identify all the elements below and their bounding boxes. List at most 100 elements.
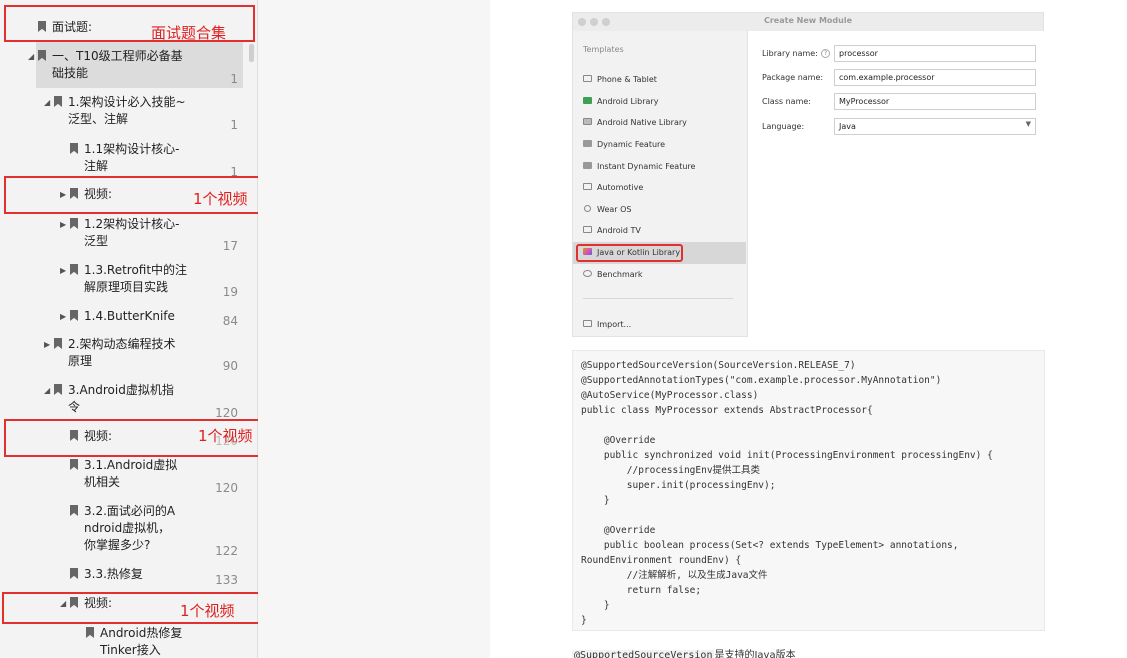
bookmark-item[interactable]: 3.1.Android虚拟机相关 120 <box>70 457 238 497</box>
paragraph-body: 是支持的Java版本 <box>714 650 796 658</box>
bookmark-page: 120 <box>215 481 238 495</box>
bookmark-icon <box>54 96 62 107</box>
bookmark-icon <box>70 568 78 579</box>
bookmark-icon <box>38 50 46 61</box>
expand-arrow-icon[interactable]: ▶ <box>60 312 70 321</box>
bookmark-label: 一、T10级工程师必备基础技能 <box>52 49 183 80</box>
bookmark-item[interactable]: ◢ 3.Android虚拟机指令 120 <box>44 382 238 422</box>
code-block: @SupportedSourceVersion(SourceVersion.RE… <box>572 350 1045 631</box>
bookmark-page: 120 <box>215 406 238 420</box>
template-item[interactable]: Wear OS <box>573 199 746 221</box>
bookmark-page: 1 <box>230 72 238 86</box>
tv-icon <box>583 226 592 233</box>
bookmark-icon <box>70 264 78 275</box>
bookmark-item[interactable]: ▶ 1.2架构设计核心-泛型 17 <box>60 216 238 256</box>
dialog-titlebar: Create New Module <box>573 13 1043 31</box>
template-item[interactable]: Android Library <box>573 91 746 113</box>
bookmark-label: 2.架构动态编程技术原理 <box>68 337 176 368</box>
bookmark-item[interactable]: ◢ 1.架构设计必入技能~泛型、注解 1 <box>44 94 238 134</box>
benchmark-icon <box>583 270 592 277</box>
native-library-icon <box>583 118 592 125</box>
module-settings-panel: Library name:? processor Package name: c… <box>747 31 1044 337</box>
bookmark-item[interactable]: ▶ 1.4.ButterKnife 84 <box>60 308 238 332</box>
android-icon <box>583 97 592 104</box>
car-icon <box>583 183 592 190</box>
inline-code: @SupportedSourceVersion <box>572 650 715 658</box>
dialog-title: Create New Module <box>763 16 853 25</box>
library-name-label: Library name:? <box>762 49 830 58</box>
folder-icon <box>583 162 592 169</box>
expand-arrow-icon[interactable]: ▶ <box>44 340 54 349</box>
expand-arrow-icon[interactable]: ▶ <box>60 266 70 275</box>
bookmark-page: 19 <box>222 285 238 299</box>
bookmark-icon <box>70 143 78 154</box>
annotation-label: 1个视频 <box>198 427 253 445</box>
annotation-label: 1个视频 <box>180 602 235 620</box>
template-item[interactable]: Dynamic Feature <box>573 134 746 156</box>
bookmark-icon <box>70 459 78 470</box>
bookmark-item[interactable]: Android热修复Tinker接入 <box>86 625 238 658</box>
template-item[interactable]: Automotive <box>573 177 746 199</box>
collapse-arrow-icon[interactable]: ◢ <box>44 386 54 395</box>
bookmark-page: 84 <box>222 314 238 328</box>
bookmark-icon <box>70 310 78 321</box>
kotlin-icon <box>583 248 592 255</box>
watch-icon <box>584 205 591 212</box>
bookmark-item[interactable]: ▶ 1.3.Retrofit中的注解原理项目实践 19 <box>60 262 238 302</box>
library-name-input[interactable]: processor <box>834 45 1036 62</box>
bookmark-icon <box>70 505 78 516</box>
templates-divider <box>583 298 733 299</box>
bookmark-item[interactable]: ◢ 一、T10级工程师必备基础技能 1 <box>28 48 238 88</box>
bookmark-label: Android热修复Tinker接入 <box>100 626 183 657</box>
class-name-label: Class name: <box>762 97 811 106</box>
bookmark-label: 3.3.热修复 <box>84 567 143 581</box>
import-item[interactable]: Import... <box>573 314 746 336</box>
bookmark-icon <box>54 338 62 349</box>
bookmark-icon <box>86 627 94 638</box>
class-name-input[interactable]: MyProcessor <box>834 93 1036 110</box>
templates-heading: Templates <box>583 45 624 54</box>
bookmark-page: 1 <box>230 118 238 132</box>
bookmark-label: 1.2架构设计核心-泛型 <box>84 217 180 248</box>
package-name-label: Package name: <box>762 73 824 82</box>
phone-icon <box>583 75 592 82</box>
language-label: Language: <box>762 122 805 131</box>
collapse-arrow-icon[interactable]: ◢ <box>28 52 38 61</box>
code-text: @SupportedSourceVersion(SourceVersion.RE… <box>581 360 993 626</box>
language-select[interactable]: Java ▼ <box>834 118 1036 135</box>
expand-arrow-icon[interactable]: ▶ <box>60 220 70 229</box>
collapse-arrow-icon[interactable]: ◢ <box>44 98 54 107</box>
bookmark-label: 1.架构设计必入技能~泛型、注解 <box>68 95 186 126</box>
bookmark-label: 1.3.Retrofit中的注解原理项目实践 <box>84 263 188 294</box>
paragraph-text: @SupportedSourceVersion 是支持的Java版本 <box>572 646 796 658</box>
bookmark-item[interactable]: 3.3.热修复 133 <box>70 566 238 588</box>
bookmark-item[interactable]: 3.2.面试必问的Android虚拟机，你掌握多少? 122 <box>70 503 238 561</box>
bookmark-label: 3.1.Android虚拟机相关 <box>84 458 178 489</box>
template-item[interactable]: Android TV <box>573 220 746 242</box>
bookmark-page: 90 <box>222 359 238 373</box>
bookmark-icon <box>54 384 62 395</box>
bookmark-item[interactable]: 1.1架构设计核心-注解 1 <box>70 141 238 179</box>
template-item[interactable]: Benchmark <box>573 264 746 286</box>
template-item-selected[interactable]: Java or Kotlin Library <box>573 242 746 264</box>
template-item[interactable]: Instant Dynamic Feature <box>573 156 746 178</box>
bookmark-page: 17 <box>222 239 238 253</box>
bookmark-label: 1.4.ButterKnife <box>84 309 175 323</box>
bookmarks-sidebar: 面试题: ◢ 一、T10级工程师必备基础技能 1 ◢ 1.架构设计必入技能~泛型… <box>0 0 258 658</box>
bookmark-label: 3.2.面试必问的Android虚拟机，你掌握多少? <box>84 504 176 552</box>
annotation-label: 1个视频 <box>193 190 248 208</box>
folder-icon <box>583 140 592 147</box>
page-gutter <box>258 0 490 658</box>
bookmark-item[interactable]: ▶ 2.架构动态编程技术原理 90 <box>44 336 238 376</box>
bookmark-page: 122 <box>215 544 238 558</box>
template-item[interactable]: Android Native Library <box>573 112 746 134</box>
template-item[interactable]: Phone & Tablet <box>573 69 746 91</box>
sidebar-scrollbar[interactable] <box>249 44 254 62</box>
dropdown-arrow-icon: ▼ <box>1025 120 1031 128</box>
package-name-input[interactable]: com.example.processor <box>834 69 1036 86</box>
bookmark-icon <box>70 218 78 229</box>
bookmark-page: 133 <box>215 573 238 587</box>
create-module-dialog: Create New Module Templates Phone & Tabl… <box>572 12 1044 337</box>
help-icon[interactable]: ? <box>820 49 830 58</box>
annotation-label: 面试题合集 <box>151 24 227 42</box>
